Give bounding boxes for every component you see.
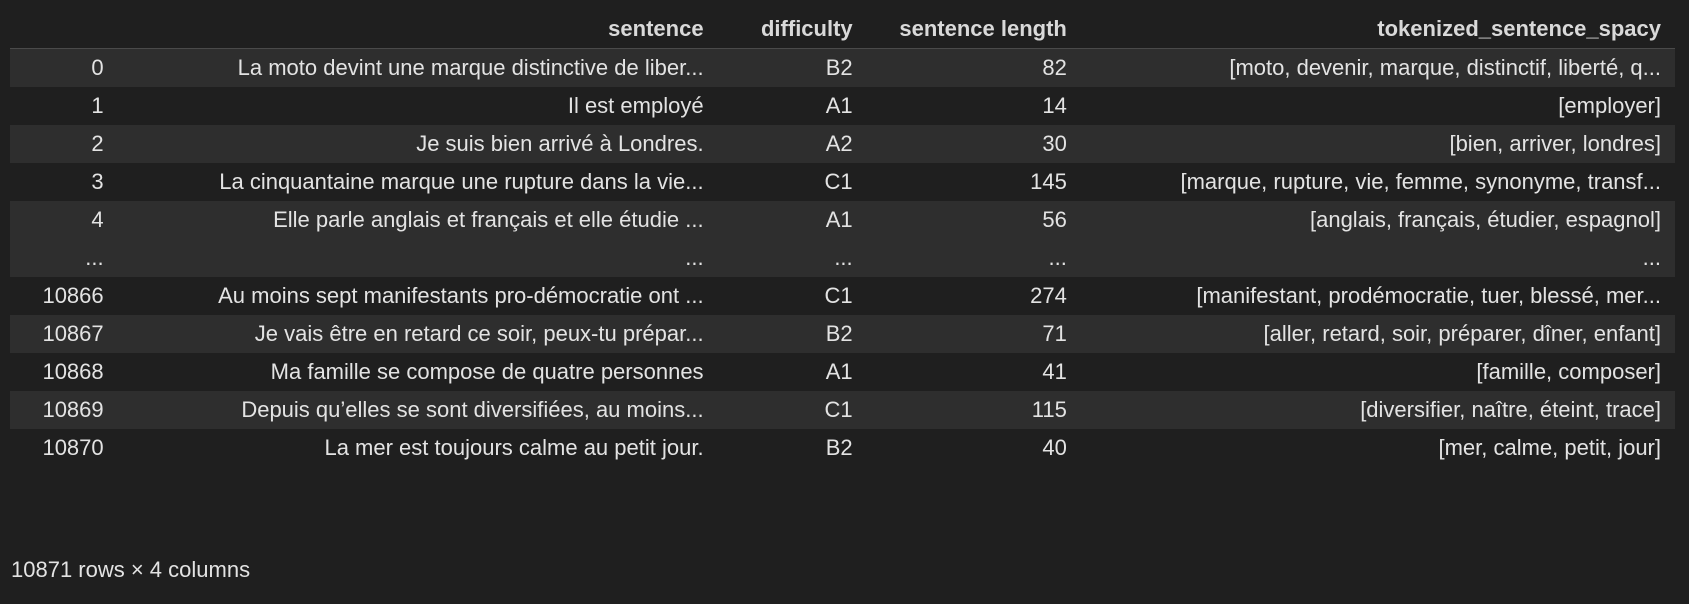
notebook-output: sentence difficulty sentence length toke… [0,0,1689,604]
cell-sentence: Elle parle anglais et français et elle é… [115,201,716,239]
row-index: 10868 [42,359,104,384]
dataframe-table: sentence difficulty sentence length toke… [10,10,1675,467]
table-row: 10870 La mer est toujours calme au petit… [10,429,1675,467]
row-index: 10869 [10,391,116,429]
table-row: 10868 Ma famille se compose de quatre pe… [10,353,1675,391]
cell-tokenized-sentence: [employer] [1558,93,1661,118]
row-index: 10866 [42,283,104,308]
cell-sentence: La moto devint une marque distinctive de… [115,48,716,87]
cell-difficulty: A1 [825,359,853,384]
table-row: 2 Je suis bien arrivé à Londres. A2 30 [… [10,125,1675,163]
row-index: 2 [10,125,116,163]
cell-sentence-length: 41 [1042,359,1067,384]
cell-tokenized-sentence: [famille, composer] [1476,359,1661,384]
cell-sentence-length: ... [864,239,1079,277]
cell-difficulty: C1 [715,391,865,429]
cell-sentence: ... [115,239,716,277]
cell-sentence: Ma famille se compose de quatre personne… [270,359,704,384]
cell-difficulty: A1 [825,93,853,118]
row-index: 10870 [42,435,104,460]
cell-difficulty: C1 [824,283,853,308]
cell-tokenized-sentence: [anglais, français, étudier, espagnol] [1078,201,1675,239]
cell-sentence-length: 115 [864,391,1079,429]
cell-sentence-length: 71 [864,315,1079,353]
cell-sentence-length: 40 [1042,435,1067,460]
row-index: 1 [91,93,104,118]
cell-sentence: Je suis bien arrivé à Londres. [115,125,716,163]
column-header-sentence-length: sentence length [864,10,1079,49]
table-row: 0 La moto devint une marque distinctive … [10,48,1675,87]
cell-tokenized-sentence: [bien, arriver, londres] [1078,125,1675,163]
column-header-difficulty: difficulty [715,10,865,49]
cell-sentence: Je vais être en retard ce soir, peux-tu … [115,315,716,353]
cell-sentence: La mer est toujours calme au petit jour. [324,435,704,460]
table-row: 10866 Au moins sept manifestants pro-dém… [10,277,1675,315]
cell-tokenized-sentence: [mer, calme, petit, jour] [1438,435,1661,460]
dataframe-shape-summary: 10871 rows × 4 columns [11,557,251,582]
column-header-index [10,10,116,49]
table-row: 10869 Depuis qu’elles se sont diversifié… [10,391,1675,429]
cell-sentence-length: 56 [864,201,1079,239]
cell-tokenized-sentence: [moto, devenir, marque, distinctif, libe… [1078,48,1675,87]
cell-sentence-length: 82 [864,48,1079,87]
cell-difficulty: B2 [715,48,865,87]
cell-sentence: La cinquantaine marque une rupture dans … [219,169,704,194]
cell-tokenized-sentence: [marque, rupture, vie, femme, synonyme, … [1180,169,1661,194]
column-header-sentence: sentence [115,10,716,49]
table-row: 3 La cinquantaine marque une rupture dan… [10,163,1675,201]
row-index: 10867 [10,315,116,353]
cell-sentence-length: 274 [1030,283,1067,308]
cell-sentence: Il est employé [567,93,704,118]
cell-sentence: Au moins sept manifestants pro-démocrati… [218,283,704,308]
row-index: 4 [10,201,116,239]
header-row: sentence difficulty sentence length toke… [10,10,1675,49]
table-row: 1 Il est employé A1 14 [employer] [10,87,1675,125]
row-index: 3 [91,169,104,194]
row-index: 0 [10,48,116,87]
cell-difficulty: A2 [715,125,865,163]
cell-sentence-length: 145 [1030,169,1067,194]
cell-difficulty: B2 [715,315,865,353]
cell-tokenized-sentence: [aller, retard, soir, préparer, dîner, e… [1078,315,1675,353]
column-header-tokenized-sentence: tokenized_sentence_spacy [1078,10,1675,49]
cell-difficulty: B2 [825,435,853,460]
table-row: 10867 Je vais être en retard ce soir, pe… [10,315,1675,353]
cell-tokenized-sentence: [diversifier, naître, éteint, trace] [1078,391,1675,429]
row-index: ... [10,239,116,277]
cell-difficulty: ... [715,239,865,277]
ellipsis-row: ... ... ... ... ... [10,239,1675,277]
cell-difficulty: A1 [715,201,865,239]
cell-sentence: Depuis qu’elles se sont diversifiées, au… [115,391,716,429]
cell-sentence-length: 14 [1042,93,1067,118]
cell-tokenized-sentence: ... [1078,239,1675,277]
table-row: 4 Elle parle anglais et français et elle… [10,201,1675,239]
cell-sentence-length: 30 [864,125,1079,163]
cell-tokenized-sentence: [manifestant, prodémocratie, tuer, bless… [1196,283,1661,308]
cell-difficulty: C1 [824,169,853,194]
